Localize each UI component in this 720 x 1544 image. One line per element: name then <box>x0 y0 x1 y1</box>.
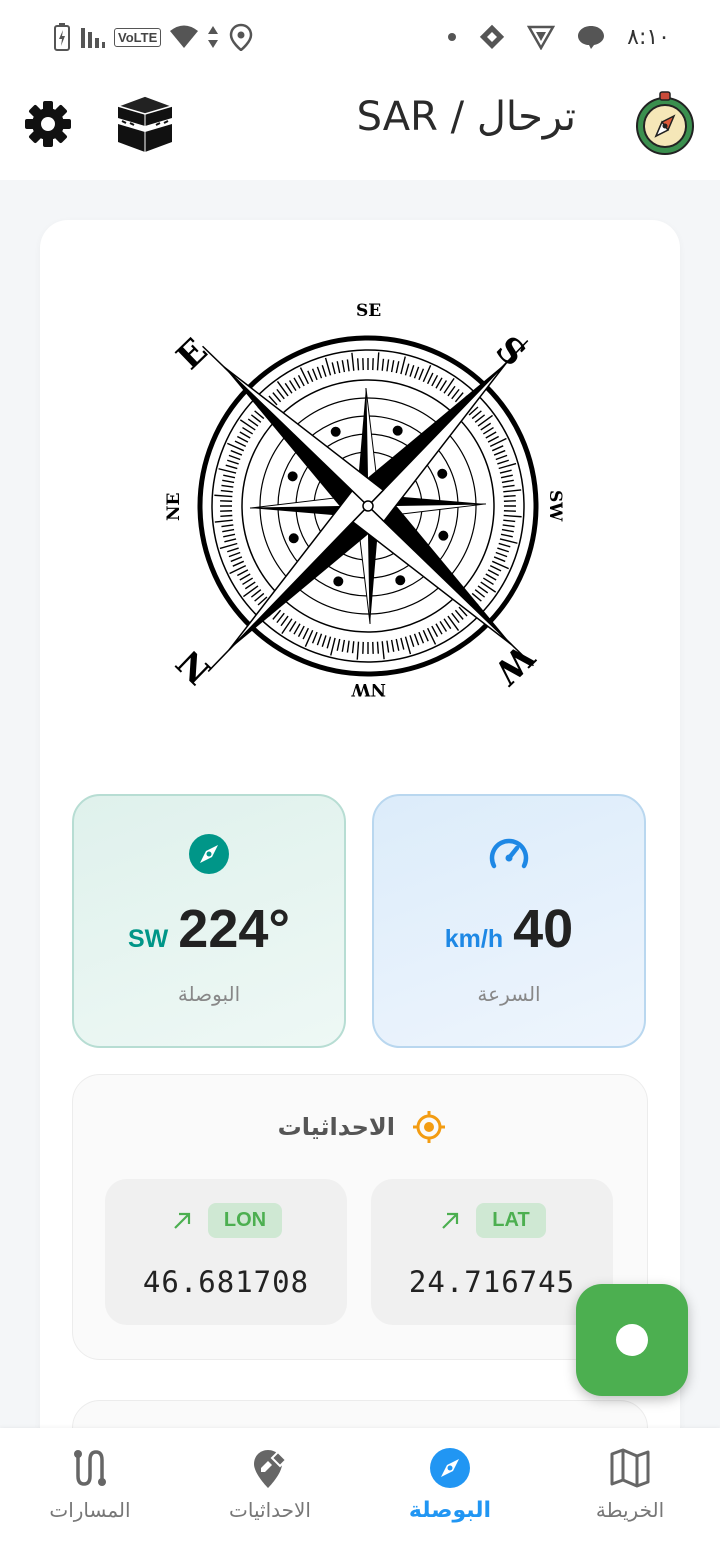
status-time: ٨:١٠ <box>627 24 670 50</box>
arrow-up-right-icon <box>442 1212 459 1229</box>
status-icons-right: ٨:١٠ <box>447 24 670 50</box>
arrow-up-right-icon <box>174 1212 190 1229</box>
compass-label-ne: NE <box>164 492 184 521</box>
heading-degrees: 224° <box>178 899 290 959</box>
nav-tab-routes[interactable]: المسارات <box>0 1446 180 1536</box>
compass-label-w: W <box>485 636 542 693</box>
compass-icon <box>189 834 229 874</box>
notification-dot-icon <box>448 33 457 41</box>
nav-label-coordinates: الاحداثيات <box>229 1498 311 1522</box>
heading-card: SW 224° البوصلة <box>72 794 346 1048</box>
map-icon <box>610 1448 650 1488</box>
compass-icon <box>430 1448 470 1488</box>
speed-card: km/h 40 السرعة <box>372 794 646 1048</box>
longitude-tag: LON <box>207 1203 283 1238</box>
longitude-tag-row: LON <box>105 1203 347 1238</box>
compass-label-sw: SW <box>545 490 565 522</box>
speedometer-icon <box>489 838 529 869</box>
longitude-box[interactable]: LON 46.681708 <box>105 1179 347 1325</box>
qibla-button[interactable] <box>114 92 176 154</box>
coordinates-title: الاحداثيات <box>277 1113 395 1141</box>
location-edit-icon <box>254 1450 288 1488</box>
coordinates-header: الاحداثيات <box>278 1109 447 1145</box>
speed-value: 40 <box>513 899 574 959</box>
nav-tab-compass[interactable]: البوصلة <box>360 1446 540 1536</box>
compass-label-se: SE <box>356 301 381 321</box>
status-bar: VoLTE ٨:١٠ <box>0 0 720 76</box>
gear-icon <box>25 101 71 147</box>
battery-charging-icon <box>54 23 70 51</box>
app-header: SAR / ترحال <box>0 76 720 180</box>
bottom-navigation: المسارات الاحداثيات البوصلة الخريطة <box>0 1428 720 1544</box>
nav-label-map: الخريطة <box>595 1498 665 1522</box>
wifi-icon <box>170 25 199 48</box>
latitude-tag-row: LAT <box>371 1203 613 1238</box>
record-button[interactable] <box>576 1284 688 1396</box>
compass-panel: SE E S NE SW N W NW SW 224° البوصلة km/h… <box>40 220 680 1480</box>
kaaba-icon <box>115 95 175 152</box>
speed-unit: km/h <box>444 925 504 953</box>
nav-label-routes: المسارات <box>49 1498 131 1522</box>
heading-value-row: SW 224° <box>74 898 344 960</box>
status-icons-left: VoLTE <box>52 22 255 52</box>
shield-notification-icon <box>527 25 556 50</box>
compass-label-s: S <box>488 329 533 375</box>
latitude-tag: LAT <box>476 1203 546 1238</box>
heading-direction: SW <box>128 925 169 953</box>
settings-button[interactable] <box>22 98 74 150</box>
longitude-value: 46.681708 <box>142 1265 310 1299</box>
app-notification-icon <box>479 24 505 50</box>
nav-label-compass: البوصلة <box>408 1498 492 1523</box>
chat-notification-icon <box>578 26 605 49</box>
compass-logo-icon <box>636 91 694 155</box>
route-icon <box>74 1450 106 1486</box>
compass-label-n: N <box>169 641 219 691</box>
heading-label: البوصلة <box>177 982 241 1006</box>
app-title: SAR / ترحال <box>356 94 576 140</box>
compass-label-e: E <box>169 331 215 378</box>
app-logo <box>632 90 698 156</box>
volte-badge: VoLTE <box>114 27 162 47</box>
record-dot-icon <box>616 1324 648 1356</box>
coordinates-card: الاحداثيات LON 46.681708 LAT 24.716745 <box>72 1074 648 1360</box>
location-pin-icon <box>229 23 253 51</box>
nav-tab-map[interactable]: الخريطة <box>540 1446 720 1536</box>
compass-rose: SE E S NE SW N W NW <box>164 301 565 699</box>
nav-tab-coordinates[interactable]: الاحداثيات <box>180 1446 360 1536</box>
crosshair-icon <box>413 1111 445 1143</box>
latitude-value: 24.716745 <box>408 1265 576 1299</box>
speed-label: السرعة <box>477 982 541 1006</box>
speed-value-row: km/h 40 <box>374 898 644 960</box>
data-arrows-icon <box>208 26 219 48</box>
compass-label-nw: NW <box>350 679 386 699</box>
signal-icon <box>81 28 105 48</box>
